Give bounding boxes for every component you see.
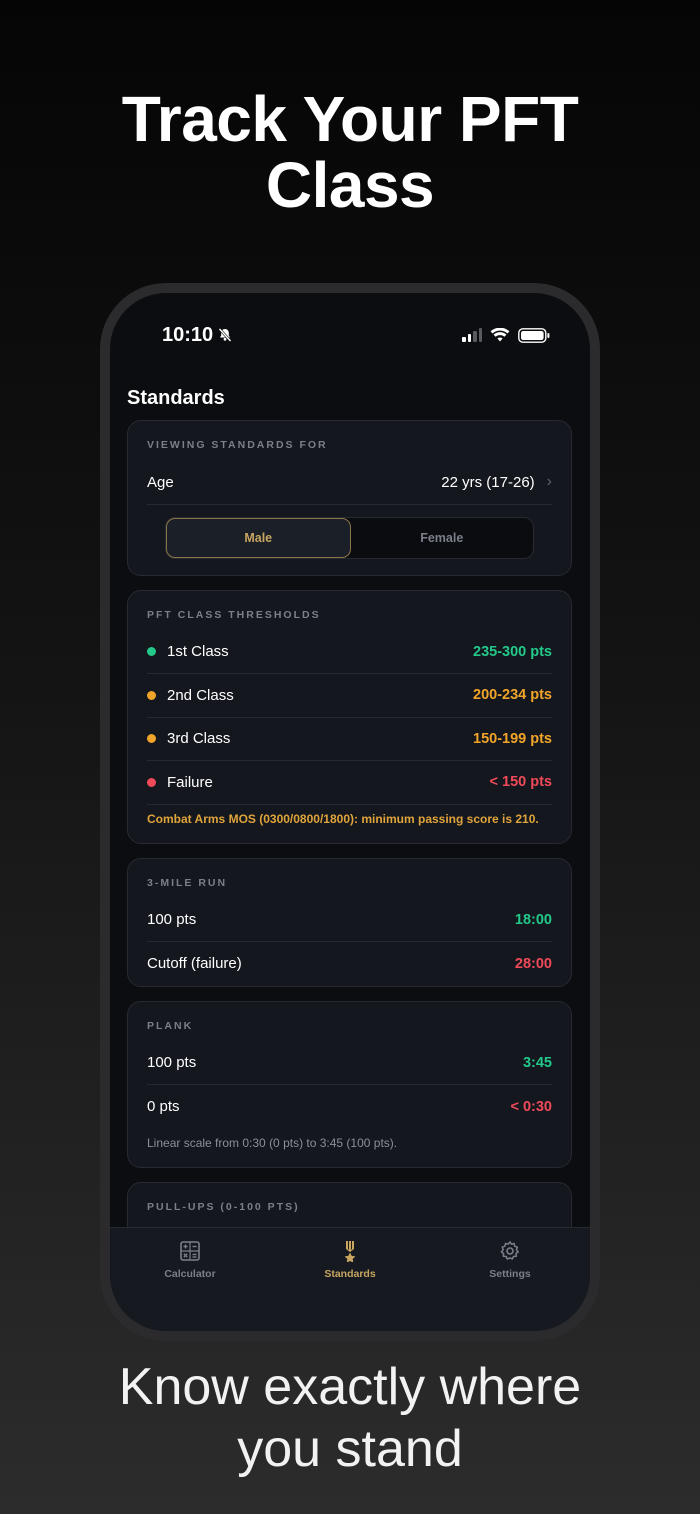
screen-title: Standards: [127, 387, 225, 409]
threshold-name: 2nd Class: [167, 686, 234, 704]
viewing-card-label: VIEWING STANDARDS FOR: [147, 439, 328, 451]
tab-settings-label: Settings: [489, 1268, 531, 1280]
headline-line-2: Class: [265, 149, 435, 221]
status-dot: [147, 777, 156, 787]
tab-calculator[interactable]: Calculator: [130, 1240, 250, 1331]
pullups-card-label: PULL-UPS (0-100 PTS): [147, 1200, 300, 1213]
bell-muted-icon: [218, 328, 232, 342]
age-value: 22 yrs (17-26): [441, 473, 535, 491]
age-row[interactable]: Age 22 yrs (17-26) ›: [147, 461, 552, 505]
plank-row-value: < 0:30: [510, 1098, 552, 1115]
cellular-signal-icon: [462, 328, 482, 342]
phone-screen: 10:10 Standards VIEWING STANDARDS FOR Ag…: [110, 293, 590, 1331]
plank-row-label: 0 pts: [147, 1098, 180, 1116]
threshold-value: 200-234 pts: [473, 687, 552, 704]
status-time: 10:10: [162, 324, 233, 347]
plank-row: 0 pts < 0:30: [147, 1085, 552, 1129]
segment-female[interactable]: Female: [351, 518, 534, 558]
run-row: Cutoff (failure) 28:00: [147, 942, 552, 986]
status-dot: [147, 690, 156, 700]
run-row-label: Cutoff (failure): [147, 955, 242, 973]
threshold-row: 1st Class 235-300 pts: [147, 631, 552, 674]
standards-content[interactable]: VIEWING STANDARDS FOR Age 22 yrs (17-26)…: [127, 420, 572, 1256]
status-bar: 10:10: [162, 321, 550, 349]
status-dot: [147, 734, 156, 744]
tab-standards[interactable]: Standards: [290, 1240, 410, 1331]
threshold-name: 3rd Class: [167, 730, 231, 748]
headline-line-1: Track Your PFT: [121, 83, 579, 155]
tab-bar: Calculator Standards Settings: [110, 1227, 590, 1331]
tab-standards-label: Standards: [324, 1268, 376, 1280]
threshold-name: 1st Class: [167, 643, 229, 661]
threshold-row: 2nd Class 200-234 pts: [147, 674, 552, 718]
threshold-row: 3rd Class 150-199 pts: [147, 718, 552, 761]
sex-segmented-control: Male Female: [165, 516, 534, 559]
segment-male[interactable]: Male: [166, 517, 351, 558]
threshold-row: Failure < 150 pts: [147, 761, 552, 805]
gear-icon: [500, 1241, 519, 1260]
plank-scale-note: Linear scale from 0:30 (0 pts) to 3:45 (…: [147, 1135, 398, 1150]
plank-card: PLANK 100 pts 3:45 0 pts < 0:30 Linear s…: [127, 1000, 572, 1168]
status-indicators: [462, 327, 550, 343]
threshold-value: < 150 pts: [489, 774, 552, 791]
phone-frame: 10:10 Standards VIEWING STANDARDS FOR Ag…: [100, 283, 600, 1341]
subline-line-2: you stand: [237, 1420, 463, 1478]
tab-settings[interactable]: Settings: [450, 1240, 570, 1331]
run-card-label: 3-MILE RUN: [147, 876, 228, 889]
plank-row-value: 3:45: [522, 1054, 552, 1071]
status-time-text: 10:10: [162, 323, 214, 346]
run-card: 3-MILE RUN 100 pts 18:00 Cutoff (failure…: [127, 857, 572, 987]
plank-row-label: 100 pts: [147, 1054, 197, 1072]
combat-arms-note: Combat Arms MOS (0300/0800/1800): minimu…: [147, 811, 539, 826]
threshold-value: 235-300 pts: [473, 643, 552, 660]
threshold-name: Failure: [167, 773, 213, 791]
headline: Track Your PFT Class: [0, 86, 700, 218]
status-dot: [147, 647, 156, 657]
age-value-group: 22 yrs (17-26) ›: [441, 473, 552, 491]
threshold-value: 150-199 pts: [473, 730, 552, 747]
chevron-right-icon: ›: [546, 473, 552, 491]
run-row: 100 pts 18:00: [147, 899, 552, 942]
wifi-icon: [490, 328, 510, 342]
subline: Know exactly where you stand: [0, 1356, 700, 1480]
subline-line-1: Know exactly where: [118, 1358, 582, 1416]
run-row-value: 28:00: [514, 955, 552, 972]
thresholds-card: PFT CLASS THRESHOLDS 1st Class 235-300 p…: [127, 589, 572, 844]
tab-calculator-label: Calculator: [164, 1268, 216, 1280]
plank-row: 100 pts 3:45: [147, 1042, 552, 1085]
age-label: Age: [147, 473, 174, 491]
thresholds-card-label: PFT CLASS THRESHOLDS: [147, 608, 321, 621]
battery-icon: [518, 327, 550, 343]
run-row-label: 100 pts: [147, 911, 197, 929]
viewing-card: VIEWING STANDARDS FOR Age 22 yrs (17-26)…: [127, 420, 572, 576]
run-row-value: 18:00: [514, 911, 552, 928]
calculator-icon: [180, 1241, 200, 1261]
medal-icon: [344, 1241, 356, 1262]
plank-card-label: PLANK: [147, 1019, 194, 1032]
